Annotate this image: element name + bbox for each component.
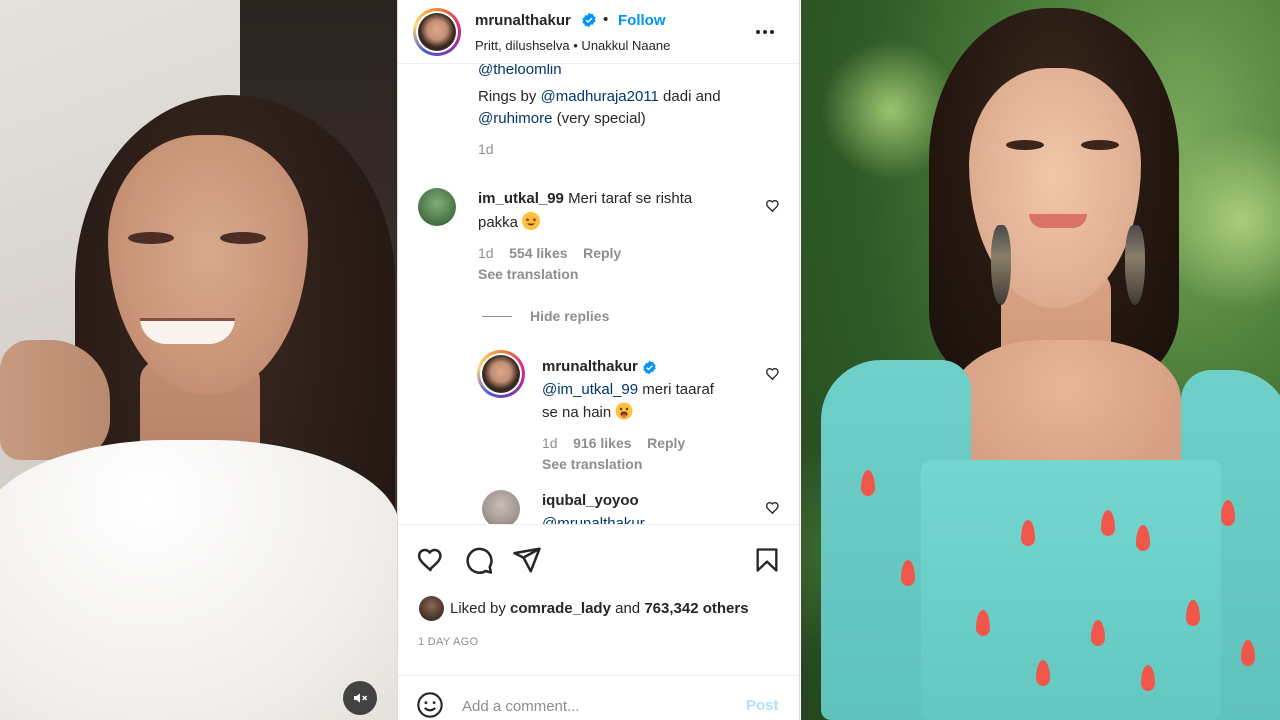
comment-input[interactable] (462, 692, 732, 720)
photo-lips (1029, 214, 1087, 228)
heart-icon[interactable] (416, 545, 446, 575)
comment-text-line2: pakka (478, 211, 541, 234)
comment-meta: 1d 554 likes Reply (478, 245, 621, 261)
mention-link[interactable]: @madhuraja2011 (541, 88, 659, 105)
reply-age: 1d (542, 435, 558, 451)
verified-icon (582, 12, 596, 28)
comment-icon[interactable] (464, 545, 494, 575)
mute-button[interactable] (343, 681, 377, 715)
liked-by-text: Liked by comrade_lady and 763,342 others (450, 600, 749, 617)
left-photo (0, 0, 397, 720)
post-panel: mrunalthakur • Follow Pritt, dilushselva… (397, 0, 800, 720)
caption-cut-line: @theloomlin (478, 64, 562, 76)
reply-avatar[interactable] (477, 350, 525, 398)
post-time: 1 DAY AGO (418, 636, 479, 648)
photo-white-shirt (0, 440, 397, 720)
liked-by-avatar[interactable] (419, 596, 444, 621)
share-icon[interactable] (512, 545, 542, 575)
audio-subline[interactable]: Pritt, dilushselva • Unakkul Naane (475, 38, 670, 53)
reply-username-row: mrunalthakur (542, 355, 657, 378)
author-username[interactable]: mrunalthakur (475, 12, 571, 29)
photo-eye-right (220, 232, 266, 244)
more-icon[interactable] (753, 22, 777, 42)
photo-smile (140, 318, 235, 344)
mention-link[interactable]: @ruhimore (478, 110, 552, 127)
partial-comment-username[interactable]: iqubal_yoyoo (542, 492, 639, 509)
verified-icon (643, 360, 656, 374)
partial-comment-username-row: iqubal_yoyoo (542, 489, 639, 512)
liked-by-user[interactable]: comrade_lady (510, 600, 611, 617)
partial-comment-heart-icon[interactable] (765, 500, 781, 516)
reply-text-line2: se na hain (542, 401, 633, 424)
caption-line-1: Rings by @madhuraja2011 dadi and (478, 88, 721, 105)
likes-count[interactable]: 763,342 others (644, 600, 748, 617)
reply-see-translation-link[interactable]: See translation (542, 456, 642, 472)
post-header: mrunalthakur • Follow Pritt, dilushselva… (398, 0, 799, 64)
reply-reply-button[interactable]: Reply (647, 435, 685, 451)
commenter-avatar[interactable] (418, 188, 456, 226)
photo-eye-left (1006, 140, 1044, 150)
comment-age: 1d (478, 245, 494, 261)
caption-line-2: @ruhimore (very special) (478, 110, 646, 127)
comment-likes[interactable]: 554 likes (509, 245, 567, 261)
emoji-icon[interactable] (416, 691, 444, 719)
partial-commenter-avatar[interactable] (482, 490, 520, 524)
comment-reply-button[interactable]: Reply (583, 245, 621, 261)
photo-earring-left (991, 225, 1011, 305)
photo-teal-top (921, 460, 1221, 720)
header-dot: • (603, 11, 609, 28)
comment-heart-icon[interactable] (765, 198, 781, 214)
photo-eye-right (1081, 140, 1119, 150)
add-comment-row: Post (398, 675, 799, 720)
reply-text: @im_utkal_99 meri taaraf (542, 381, 714, 398)
hide-replies-button[interactable]: Hide replies (530, 308, 609, 324)
reply-username[interactable]: mrunalthakur (542, 358, 638, 375)
see-translation-link[interactable]: See translation (478, 266, 578, 282)
reply-heart-icon[interactable] (765, 366, 781, 382)
photo-eye-left (128, 232, 174, 244)
follow-button[interactable]: Follow (618, 12, 666, 29)
reply-meta: 1d 916 likes Reply (542, 435, 685, 451)
tongue-emoji (615, 402, 633, 420)
comment-username[interactable]: im_utkal_99 (478, 190, 564, 207)
reply-likes[interactable]: 916 likes (573, 435, 631, 451)
photo-arm (0, 340, 110, 460)
mute-icon (354, 693, 368, 703)
partial-comment-text: @mrunalthakur (542, 515, 645, 524)
author-avatar[interactable] (413, 8, 461, 56)
hide-replies-line (482, 316, 512, 317)
comments-section[interactable]: @theloomlin Rings by @madhuraja2011 dadi… (398, 64, 799, 524)
right-photo (801, 0, 1280, 720)
mention-link[interactable]: @im_utkal_99 (542, 381, 638, 398)
bookmark-icon[interactable] (753, 545, 781, 575)
star-struck-emoji (522, 212, 541, 230)
comment-text: im_utkal_99 Meri taraf se rishta (478, 190, 693, 207)
post-actions: Liked by comrade_lady and 763,342 others… (398, 524, 799, 720)
caption-age: 1d (478, 141, 494, 157)
photo-earring-right (1125, 225, 1145, 305)
post-button[interactable]: Post (746, 697, 779, 714)
